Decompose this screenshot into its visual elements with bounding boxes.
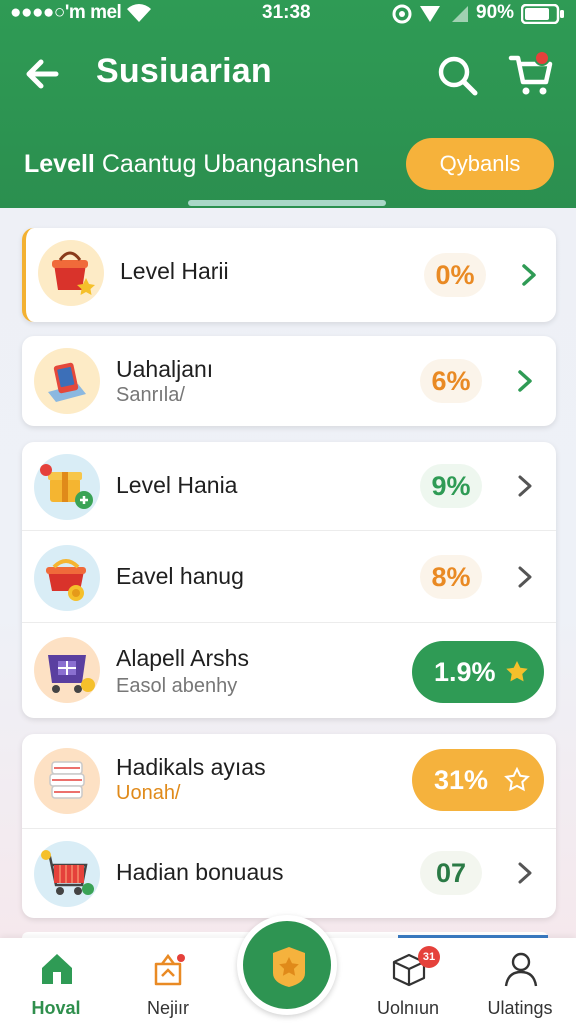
star-icon	[506, 661, 528, 682]
chevron-right-icon[interactable]	[516, 262, 542, 288]
orders-badge: 31	[418, 946, 440, 968]
nav-home-label: Hoval	[31, 998, 81, 1018]
wifi-icon	[127, 4, 151, 22]
carrier-label: ●●●●○'m mel	[10, 2, 122, 23]
chevron-right-icon[interactable]	[512, 368, 538, 394]
star-icon	[504, 767, 530, 792]
page-title: Susiuarian	[96, 52, 272, 90]
tag-bag-icon	[154, 953, 185, 986]
back-arrow-icon[interactable]	[22, 54, 62, 94]
list-item[interactable]: Hadikals ayıas Uonah/ 31%	[22, 734, 556, 828]
nav-settings-label: Ulatings	[487, 998, 553, 1018]
progress-badge: 0%	[424, 253, 486, 297]
item-title: Uahaljanı	[116, 356, 214, 382]
search-icon[interactable]	[436, 54, 478, 96]
person-icon	[504, 952, 538, 987]
nav-settings[interactable]: Ulatings	[470, 938, 570, 1024]
progress-badge: 07	[420, 851, 482, 895]
level-card[interactable]: Level Harii 0%	[22, 228, 556, 322]
banner-action-button[interactable]: Qybanls	[406, 138, 554, 190]
item-title: Level Harii	[120, 258, 229, 284]
nav-deals[interactable]: Nejiır	[118, 938, 218, 1024]
app-header: ●●●●○'m mel 31:38 90% Susiuarian Levell …	[0, 0, 576, 208]
stacked-boxes-icon	[34, 748, 100, 814]
level-card: Level Hania 9% Eavel hanug 8% Alapell Ar…	[22, 442, 556, 718]
purple-gift-cart-icon	[34, 637, 100, 703]
item-title: Eavel hanug	[116, 563, 244, 589]
gift-basket-star-icon	[38, 240, 104, 306]
progress-badge: 8%	[420, 555, 482, 599]
chevron-right-icon[interactable]	[512, 473, 538, 499]
item-subtitle: Easol abenhy	[116, 675, 238, 697]
chevron-right-icon[interactable]	[512, 860, 538, 886]
battery-icon	[521, 4, 564, 24]
home-icon	[42, 954, 72, 984]
cart-notification-dot	[534, 50, 550, 66]
battery-percent: 90%	[476, 2, 515, 23]
progress-badge: 6%	[420, 359, 482, 403]
item-subtitle: Uonah/	[116, 782, 181, 804]
nav-orders[interactable]: Uolnıun	[358, 938, 458, 1024]
list-item[interactable]: Uahaljanı Sanrıla/ 6%	[22, 336, 556, 426]
nav-deals-label: Nejiır	[146, 998, 189, 1018]
shopping-cart-icon	[34, 841, 100, 907]
gift-box-coin-icon	[34, 454, 100, 520]
progress-value: 31%	[434, 765, 489, 795]
item-title: Hadian bonuaus	[116, 859, 284, 885]
list-item[interactable]: Hadian bonuaus 07	[22, 828, 556, 918]
top-bar: Susiuarian	[0, 40, 576, 110]
chevron-right-icon[interactable]	[512, 564, 538, 590]
list-item[interactable]: Level Hania 9%	[22, 442, 556, 530]
tab-indicator	[188, 200, 386, 206]
list-item[interactable]: Alapell Arshs Easol abenhy 1.9%	[22, 622, 556, 718]
progress-badge: 9%	[420, 464, 482, 508]
item-title: Alapell Arshs	[116, 645, 249, 671]
item-subtitle: Sanrıla/	[116, 384, 185, 406]
banner-title-rest: Caantug Ubanganshen	[101, 150, 359, 178]
progress-pill[interactable]: 31%	[412, 749, 544, 811]
item-title: Hadikals ayıas	[116, 754, 266, 780]
banner-title: Levell Caantug Ubanganshen	[24, 150, 359, 179]
clock: 31:38	[262, 2, 311, 23]
red-basket-coin-icon	[34, 545, 100, 611]
banner-title-bold: Levell	[24, 150, 95, 178]
list-item[interactable]: Level Harii 0%	[26, 228, 560, 322]
progress-pill[interactable]: 1.9%	[412, 641, 544, 703]
level-banner: Levell Caantug Ubanganshen Qybanls	[0, 128, 576, 208]
status-icons	[392, 4, 468, 24]
shield-star-icon	[273, 947, 305, 987]
tablet-book-icon	[34, 348, 100, 414]
nav-orders-label: Uolnıun	[376, 998, 440, 1018]
center-action-button[interactable]	[237, 915, 337, 1015]
level-card: Hadikals ayıas Uonah/ 31% Hadian bonuaus…	[22, 734, 556, 918]
level-card[interactable]: Uahaljanı Sanrıla/ 6%	[22, 336, 556, 426]
list-item[interactable]: Eavel hanug 8%	[22, 530, 556, 622]
nav-home[interactable]: Hoval	[6, 938, 106, 1024]
item-title: Level Hania	[116, 472, 238, 498]
progress-value: 1.9%	[434, 657, 496, 687]
status-bar: ●●●●○'m mel 31:38 90%	[0, 0, 576, 30]
